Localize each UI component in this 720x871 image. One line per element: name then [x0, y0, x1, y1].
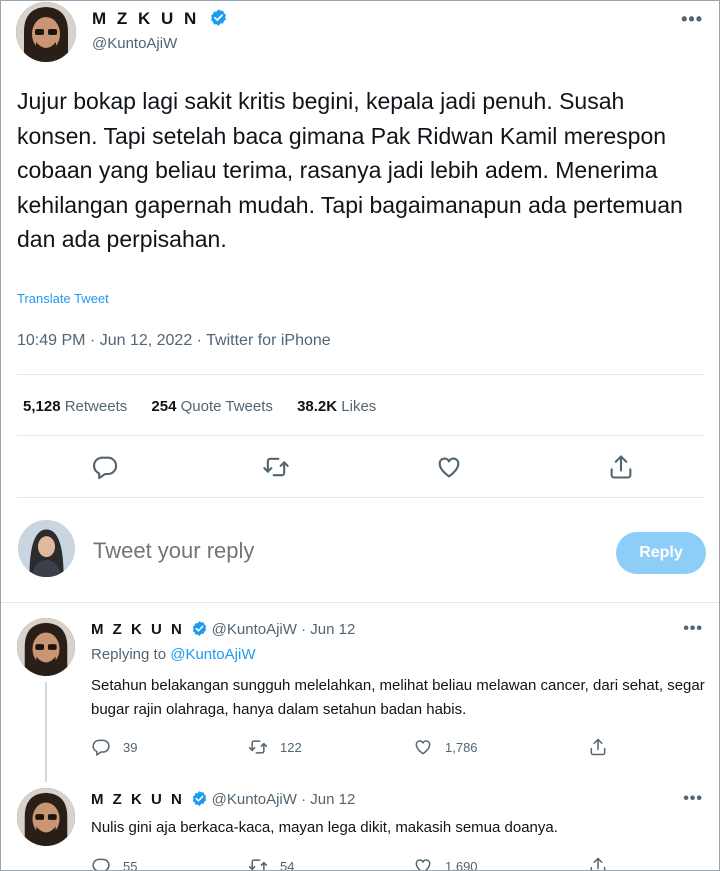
reply-tweet[interactable]: M Z K U N @KuntoAjiW · Jun 12 ••• Nulis … — [1, 788, 719, 871]
reply-share-action[interactable] — [588, 737, 608, 757]
reply-icon[interactable] — [91, 453, 119, 481]
retweet-icon[interactable] — [262, 453, 290, 481]
verified-badge-icon — [211, 9, 226, 26]
reply-share-action[interactable] — [588, 856, 608, 870]
translate-tweet-link[interactable]: Translate Tweet — [17, 291, 109, 306]
tweet-stats: 5,128 Retweets 254 Quote Tweets 38.2K Li… — [23, 398, 396, 415]
retweet-count: 122 — [280, 739, 302, 755]
quote-tweets-label: Quote Tweets — [180, 398, 273, 415]
tweet-detail-page: M Z K U N @KuntoAjiW ••• Jujur bokap lag… — [0, 0, 720, 871]
retweet-icon — [248, 859, 268, 870]
like-count: 1,786 — [445, 739, 478, 755]
reply-button[interactable]: Reply — [616, 532, 706, 574]
replying-to-label: Replying to — [91, 646, 167, 663]
reply-text: Setahun belakangan sungguh melelahkan, m… — [91, 677, 705, 718]
reply-composer: Reply — [1, 518, 719, 586]
verified-badge-icon — [192, 791, 206, 806]
retweet-count: 54 — [280, 858, 295, 871]
reply-action-bar: 39 122 1,786 — [91, 737, 631, 759]
quote-tweets-stat[interactable]: 254 Quote Tweets — [151, 398, 272, 415]
share-icon[interactable] — [607, 453, 635, 481]
verified-badge-icon — [192, 621, 206, 636]
reply-handle-date[interactable]: @KuntoAjiW · Jun 12 — [212, 791, 356, 808]
retweets-count: 5,128 — [23, 398, 61, 415]
tweet-text: Jujur bokap lagi sakit kritis begini, ke… — [17, 88, 683, 252]
like-icon[interactable] — [435, 453, 463, 481]
like-count: 1,690 — [445, 858, 478, 871]
reply-text: Nulis gini aja berkaca-kaca, mayan lega … — [91, 819, 558, 836]
like-icon — [415, 740, 431, 755]
tweet-header: M Z K U N @KuntoAjiW ••• — [1, 1, 719, 71]
reply-reply-action[interactable]: 39 — [91, 737, 137, 757]
reply-author-name[interactable]: M Z K U N — [91, 791, 184, 808]
share-icon — [590, 738, 606, 756]
user-avatar[interactable] — [18, 520, 75, 577]
reply-icon — [92, 739, 110, 756]
likes-stat[interactable]: 38.2K Likes — [297, 398, 376, 415]
author-name-text: M Z K U N — [92, 9, 200, 28]
reply-handle-date[interactable]: @KuntoAjiW · Jun 12 — [212, 621, 356, 638]
reply-reply-action[interactable]: 55 — [91, 856, 138, 871]
author-name[interactable]: M Z K U N — [92, 8, 228, 29]
reply-retweet-action[interactable]: 54 — [248, 856, 295, 871]
divider — [1, 602, 719, 603]
reply-like-action[interactable]: 1,690 — [413, 856, 478, 871]
replying-to: Replying to @KuntoAjiW — [91, 646, 255, 663]
reply-author-name[interactable]: M Z K U N — [91, 621, 184, 638]
more-icon[interactable]: ••• — [681, 9, 703, 30]
thread-line — [45, 682, 47, 782]
author-avatar[interactable] — [16, 2, 76, 62]
share-icon — [590, 857, 606, 870]
reply-input[interactable] — [93, 538, 533, 564]
retweets-label: Retweets — [64, 398, 128, 415]
retweet-icon — [248, 740, 268, 754]
reply-count: 55 — [123, 858, 138, 871]
likes-count: 38.2K — [297, 398, 338, 415]
author-handle[interactable]: @KuntoAjiW — [92, 35, 177, 52]
reply-author-avatar[interactable] — [17, 618, 75, 676]
divider — [17, 374, 705, 375]
reply-retweet-action[interactable]: 122 — [248, 737, 302, 757]
divider — [17, 435, 705, 436]
reply-count: 39 — [123, 739, 138, 755]
like-icon — [415, 859, 431, 870]
reply-header: M Z K U N @KuntoAjiW · Jun 12 — [91, 620, 355, 638]
more-icon[interactable]: ••• — [683, 620, 703, 638]
reply-header: M Z K U N @KuntoAjiW · Jun 12 — [91, 790, 355, 808]
retweets-stat[interactable]: 5,128 Retweets — [23, 398, 127, 415]
reply-icon — [92, 858, 110, 870]
tweet-action-bar — [1, 453, 719, 485]
reply-like-action[interactable]: 1,786 — [413, 737, 478, 757]
more-icon[interactable]: ••• — [683, 790, 703, 808]
reply-tweet[interactable]: M Z K U N @KuntoAjiW · Jun 12 ••• Replyi… — [1, 618, 719, 788]
quote-tweets-count: 254 — [151, 398, 177, 415]
reply-action-bar: 55 54 1,690 — [91, 856, 631, 871]
likes-label: Likes — [341, 398, 377, 415]
divider — [17, 497, 705, 498]
replying-to-mention[interactable]: @KuntoAjiW — [170, 646, 255, 663]
tweet-meta[interactable]: 10:49 PM · Jun 12, 2022 · Twitter for iP… — [17, 332, 331, 350]
reply-author-avatar[interactable] — [17, 788, 75, 846]
